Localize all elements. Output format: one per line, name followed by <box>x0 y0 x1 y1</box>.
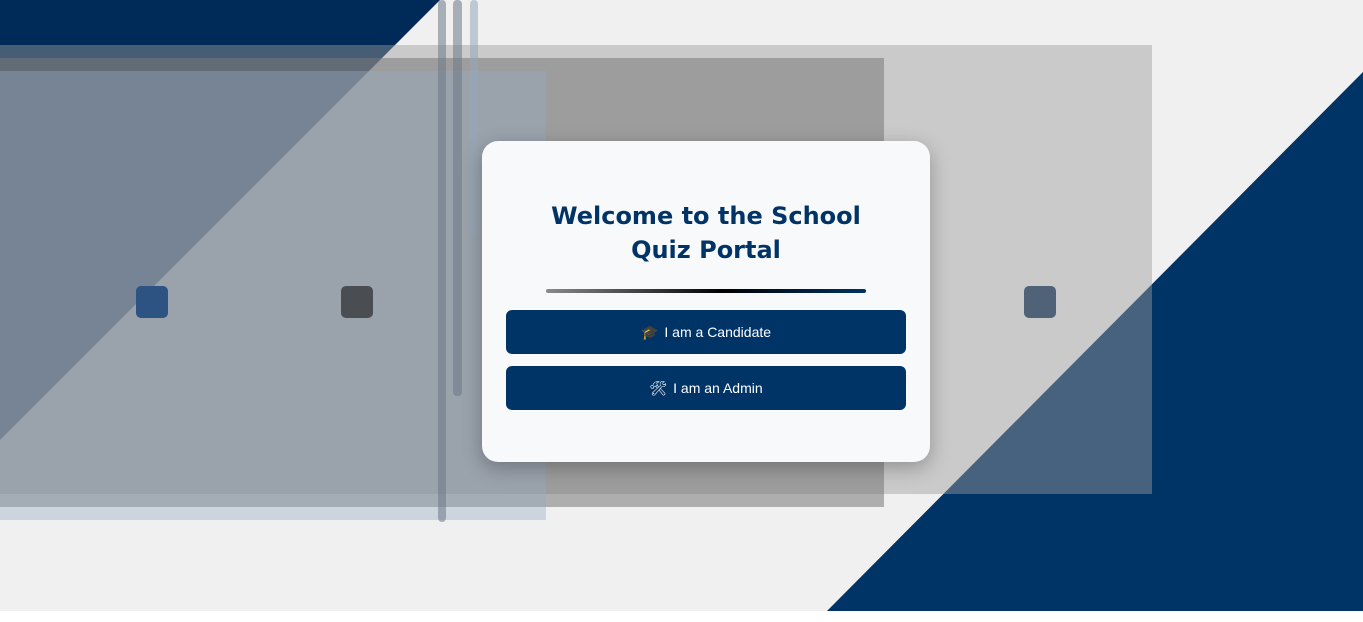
candidate-button[interactable]: 🎓 I am a Candidate <box>506 310 906 354</box>
decorative-square <box>1024 286 1056 318</box>
page-title: Welcome to the School Quiz Portal <box>551 202 861 264</box>
decorative-square <box>136 286 168 318</box>
candidate-button-label: I am a Candidate <box>664 324 772 340</box>
background-panel-blue <box>0 71 546 520</box>
decorative-rail <box>470 0 478 238</box>
title-divider <box>546 289 866 293</box>
page-background: Welcome to the School Quiz Portal 🎓 I am… <box>0 0 1363 611</box>
admin-button-label: I am an Admin <box>673 380 763 396</box>
graduation-cap-icon: 🎓 <box>640 324 659 340</box>
tools-icon: 🛠 <box>649 380 668 396</box>
decorative-square <box>341 286 373 318</box>
welcome-card: Welcome to the School Quiz Portal 🎓 I am… <box>482 141 930 462</box>
decorative-rail <box>453 0 462 396</box>
decorative-rail <box>438 0 446 522</box>
admin-button[interactable]: 🛠 I am an Admin <box>506 366 906 410</box>
